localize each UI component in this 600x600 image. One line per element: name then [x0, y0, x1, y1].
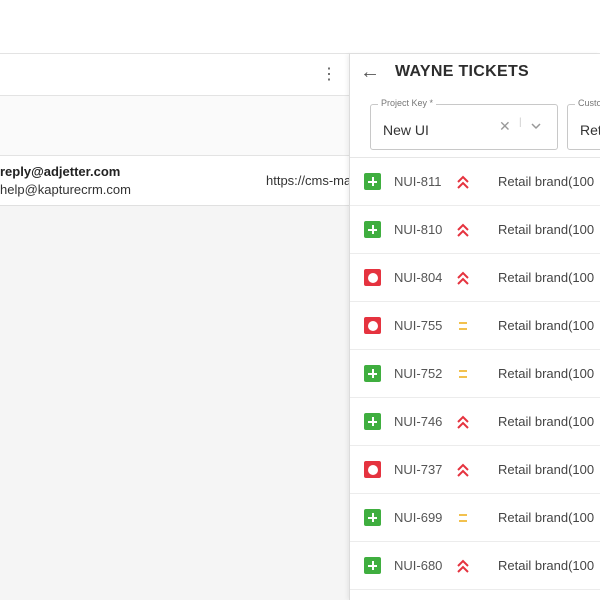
- ticket-summary: Retail brand(100: [498, 174, 595, 189]
- ticket-list: NUI-811 Retail brand(100 NUI-810 Retail bra…: [350, 158, 600, 590]
- ticket-summary: Retail brand(100: [498, 366, 595, 381]
- ticket-row[interactable]: NUI-755 Retail brand(100: [350, 302, 600, 350]
- ticket-row[interactable]: NUI-737 Retail brand(100: [350, 446, 600, 494]
- project-key-label: Project Key *: [378, 98, 437, 108]
- customer-value: Ret: [580, 122, 600, 138]
- ticket-row[interactable]: NUI-810 Retail brand(100: [350, 206, 600, 254]
- ticket-summary: Retail brand(100: [498, 462, 595, 477]
- bug-icon: [364, 269, 381, 286]
- story-icon: [364, 365, 381, 382]
- ticket-key[interactable]: NUI-746: [394, 414, 442, 429]
- panel-header: ← WAYNE TICKETS: [350, 54, 600, 92]
- ticket-key[interactable]: NUI-810: [394, 222, 442, 237]
- ticket-row[interactable]: NUI-752 Retail brand(100: [350, 350, 600, 398]
- ticket-summary: Retail brand(100: [498, 414, 595, 429]
- ticket-key[interactable]: NUI-680: [394, 558, 442, 573]
- priority-high-icon: [457, 415, 469, 429]
- priority-high-icon: [457, 223, 469, 237]
- story-icon: [364, 557, 381, 574]
- chevron-down-icon[interactable]: [530, 120, 542, 132]
- ticket-key[interactable]: NUI-811: [394, 174, 441, 189]
- arrow-left-icon[interactable]: ←: [360, 62, 380, 82]
- tickets-panel: ← WAYNE TICKETS Project Key * New UI ✕ |…: [349, 54, 600, 600]
- ticket-row[interactable]: NUI-680 Retail brand(100: [350, 542, 600, 590]
- project-key-select[interactable]: Project Key * New UI ✕ |: [370, 98, 558, 150]
- mail-list-row[interactable]: reply@adjetter.com help@kapturecrm.com h…: [0, 156, 349, 206]
- priority-medium-icon: [459, 322, 467, 330]
- ticket-summary: Retail brand(100: [498, 558, 595, 573]
- story-icon: [364, 173, 381, 190]
- customer-select[interactable]: Custo Ret: [567, 98, 600, 150]
- ticket-key[interactable]: NUI-699: [394, 510, 442, 525]
- filter-bar: Project Key * New UI ✕ | Custo Ret: [350, 92, 600, 158]
- story-icon: [364, 509, 381, 526]
- story-icon: [364, 413, 381, 430]
- bug-icon: [364, 461, 381, 478]
- select-separator: |: [519, 117, 522, 128]
- ticket-row[interactable]: NUI-746 Retail brand(100: [350, 398, 600, 446]
- story-icon: [364, 221, 381, 238]
- priority-high-icon: [457, 271, 469, 285]
- ticket-row[interactable]: NUI-804 Retail brand(100: [350, 254, 600, 302]
- mail-from: reply@adjetter.com: [0, 164, 121, 179]
- customer-label: Custo: [575, 98, 600, 108]
- left-pane: ⋮ reply@adjetter.com help@kapturecrm.com…: [0, 54, 349, 600]
- close-icon[interactable]: ✕: [499, 118, 511, 135]
- left-pane-header: ⋮: [0, 54, 349, 96]
- priority-high-icon: [457, 175, 469, 189]
- priority-medium-icon: [459, 370, 467, 378]
- ticket-summary: Retail brand(100: [498, 222, 595, 237]
- priority-high-icon: [457, 559, 469, 573]
- ticket-key[interactable]: NUI-804: [394, 270, 442, 285]
- kebab-menu-icon[interactable]: ⋮: [321, 64, 337, 86]
- top-bar: [0, 0, 600, 54]
- panel-title: WAYNE TICKETS: [395, 63, 529, 80]
- priority-high-icon: [457, 463, 469, 477]
- bug-icon: [364, 317, 381, 334]
- left-pane-subheader: [0, 96, 349, 156]
- mail-to: help@kapturecrm.com: [0, 182, 131, 197]
- ticket-key[interactable]: NUI-755: [394, 318, 442, 333]
- ticket-summary: Retail brand(100: [498, 510, 595, 525]
- ticket-key[interactable]: NUI-737: [394, 462, 442, 477]
- project-key-value: New UI: [383, 122, 429, 138]
- mail-url: https://cms-ma: [266, 173, 349, 188]
- ticket-row[interactable]: NUI-699 Retail brand(100: [350, 494, 600, 542]
- priority-medium-icon: [459, 514, 467, 522]
- ticket-row[interactable]: NUI-811 Retail brand(100: [350, 158, 600, 206]
- ticket-summary: Retail brand(100: [498, 270, 595, 285]
- ticket-summary: Retail brand(100: [498, 318, 595, 333]
- ticket-key[interactable]: NUI-752: [394, 366, 442, 381]
